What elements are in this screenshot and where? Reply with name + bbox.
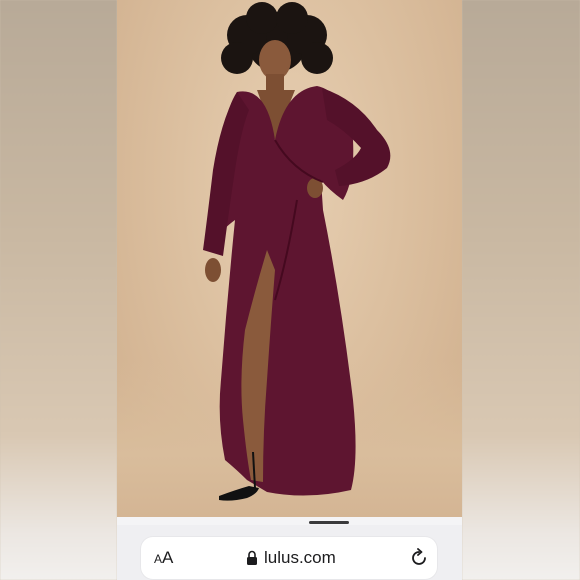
site-domain[interactable]: lulus.com: [264, 548, 336, 568]
blurred-background-left: [0, 0, 117, 580]
blurred-background-right: [462, 0, 580, 580]
text-size-button[interactable]: AA: [154, 548, 173, 568]
sheet-top-edge: [117, 517, 462, 525]
sandal: [219, 486, 259, 501]
product-photo: [117, 0, 462, 517]
text-size-small-label: A: [154, 552, 163, 566]
lock-icon: [247, 550, 257, 565]
left-hand: [205, 258, 221, 282]
home-indicator[interactable]: [309, 521, 349, 524]
model-in-dress-illustration: [203, 2, 391, 501]
reload-icon[interactable]: [409, 548, 429, 568]
text-size-large-label: A: [162, 548, 174, 567]
